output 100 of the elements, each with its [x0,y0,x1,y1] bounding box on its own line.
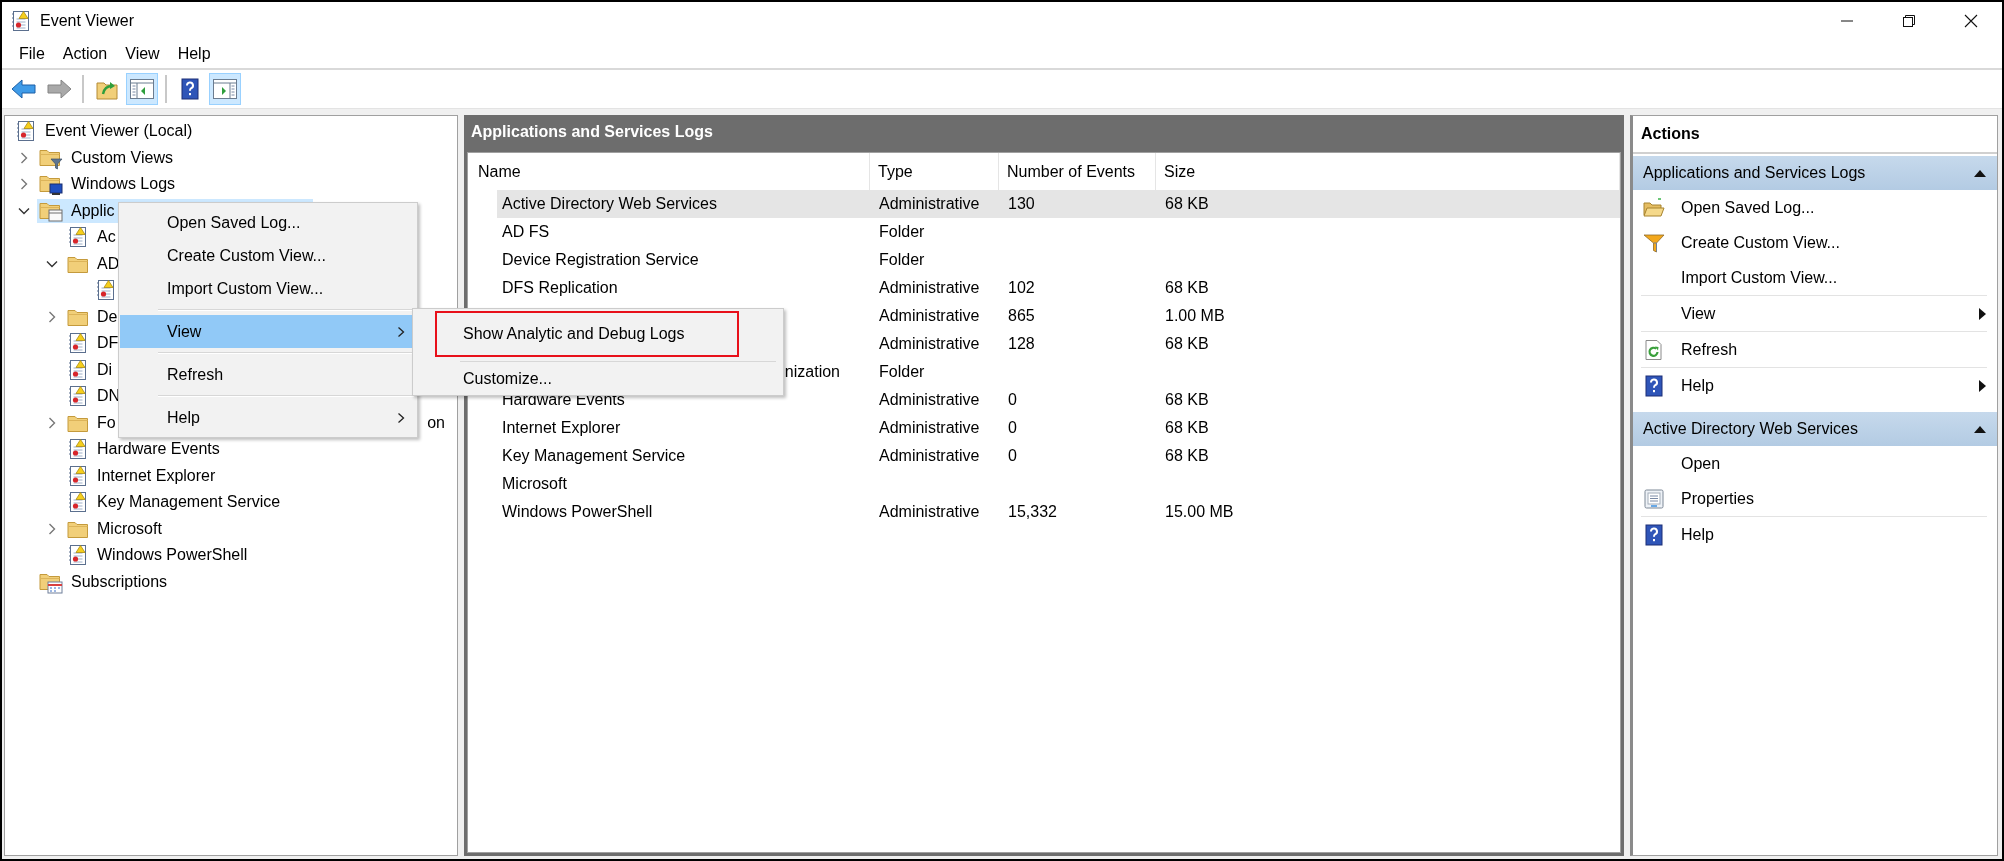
menu-bar-item[interactable]: Action [53,43,117,65]
table-cell-text: 130 [1007,195,1036,213]
menu-bar-item[interactable]: View [116,43,169,65]
funnel-icon [1643,231,1665,254]
help-icon [1643,523,1665,546]
pane-command[interactable]: Help [1633,517,1997,552]
submenu-arrow-icon [1977,378,1987,393]
table-cell-text: DFS Replication [501,279,619,297]
table-cell-text: 128 [1007,335,1036,353]
tree-item[interactable]: De [65,304,120,329]
toolbar-button[interactable] [209,73,241,105]
table-row[interactable]: Microsoft [497,470,1620,498]
table-cell-text: Administrative [878,447,981,465]
help-icon [1643,374,1665,397]
table-cell-text: 15,332 [1007,503,1058,521]
table-row[interactable]: Device Registration Service Folder [497,246,1620,274]
menu-item[interactable]: Refresh [120,358,416,391]
table-cell-text: AD FS [501,223,551,241]
menu-bar-item[interactable]: File [10,43,54,65]
tree-item[interactable]: AD [65,251,122,276]
tree-item[interactable]: Hardware Events [65,437,222,462]
section-header[interactable]: Active Directory Web Services [1633,412,1997,446]
menu-bar-item[interactable]: Help [168,43,220,65]
table-cell-text: Administrative [878,391,981,409]
chevron-right-icon[interactable] [18,178,30,191]
tree-item[interactable]: Ac [65,225,118,250]
pane-command[interactable]: Import Custom View... [1633,260,1997,295]
show-action-pane-icon [212,77,238,101]
table-row[interactable]: Key Management Service Administrative 0 68 KB [497,442,1620,470]
table-row[interactable]: AD FS Folder [497,218,1620,246]
log-icon [95,279,117,302]
open-folder-icon [1643,196,1665,219]
chevron-right-icon[interactable] [46,522,58,535]
menu-item[interactable]: Import Custom View... [120,272,416,305]
table-cell-text: 0 [1007,447,1018,465]
close-icon[interactable] [1964,14,1978,28]
table-cell-text: Administrative [878,307,981,325]
tree-item[interactable]: Windows Logs [37,172,178,197]
chevron-right-icon[interactable] [46,310,58,323]
table-row[interactable]: Internet Explorer Administrative 0 68 KB [497,414,1620,442]
tree-item[interactable]: Event Viewer (Local) [13,119,195,144]
forward-arrow-icon [46,78,72,100]
tree-item[interactable]: DF [65,331,121,356]
tree-item[interactable]: Di [65,357,115,382]
chevron-right-icon[interactable] [46,416,58,429]
log-icon [67,491,89,514]
tree-item[interactable]: Windows PowerShell [65,543,250,568]
show-tree-pane-icon [129,77,155,101]
table-cell-text: Windows PowerShell [501,503,654,521]
table-cell-text: Administrative [878,503,981,521]
restore-icon[interactable] [1902,14,1916,28]
table-cell-text: Administrative [878,419,981,437]
pane-command[interactable]: Properties [1633,481,1997,516]
table-cell-text: Administrative [878,279,981,297]
event-log-icon [15,120,37,143]
pane-command[interactable]: Create Custom View... [1633,225,1997,260]
table-cell-text: Internet Explorer [501,419,622,437]
chevron-right-icon[interactable] [18,151,30,164]
collapse-icon[interactable] [1973,168,1987,178]
log-icon [67,544,89,567]
table-row[interactable]: Active Directory Web Services Administrative 130 68 KB [497,190,1620,218]
table-row[interactable]: Windows PowerShell Administrative 15,332 15.00 MB [497,498,1620,526]
table-cell-text: Folder [878,223,926,241]
menu-item[interactable]: Customize... [435,366,739,392]
table-cell-text: Key Management Service [501,447,687,465]
table-cell-text: 15.00 MB [1164,503,1235,521]
table-cell-text: Administrative [878,335,981,353]
menu-item[interactable]: Help [120,401,416,434]
log-icon [67,438,89,461]
table-cell-text: 68 KB [1164,419,1210,437]
menu-item[interactable]: Open Saved Log... [120,206,416,239]
collapse-icon[interactable] [1973,424,1987,434]
pane-command[interactable]: Open [1633,446,1997,481]
help-icon [179,78,201,100]
pane-command[interactable]: Refresh [1633,332,1997,367]
table-cell-text: 68 KB [1164,391,1210,409]
section-header[interactable]: Applications and Services Logs [1633,156,1997,190]
pane-command[interactable]: Help [1633,368,1997,403]
menu-item[interactable]: Show Analytic and Debug Logs [435,311,739,357]
table-cell-text: Folder [878,251,926,269]
table-cell-text: 865 [1007,307,1036,325]
table-cell-text: 102 [1007,279,1036,297]
tree-item[interactable]: Fo [65,410,118,435]
tree-item[interactable]: Key Management Service [65,490,283,515]
tree-item[interactable]: Custom Views [37,145,175,170]
tree-item[interactable]: Internet Explorer [65,463,218,488]
table-cell-text: Device Registration Service [501,251,700,269]
chevron-right-icon [396,325,406,338]
tree-item[interactable]: Microsoft [65,516,164,541]
event-log-icon [10,10,32,32]
table-row[interactable]: DFS Replication Administrative 102 68 KB [497,274,1620,302]
toolbar-button[interactable] [126,73,158,105]
tree-item[interactable]: Subscriptions [37,569,170,594]
table-cell-text: 68 KB [1164,279,1210,297]
table-cell-text: Administrative [878,195,981,213]
table-cell-text: Active Directory Web Services [501,195,718,213]
menu-item[interactable]: Create Custom View... [120,239,416,272]
log-icon [67,332,89,355]
pane-command[interactable]: Open Saved Log... [1633,190,1997,225]
pane-command[interactable]: View [1633,296,1997,331]
